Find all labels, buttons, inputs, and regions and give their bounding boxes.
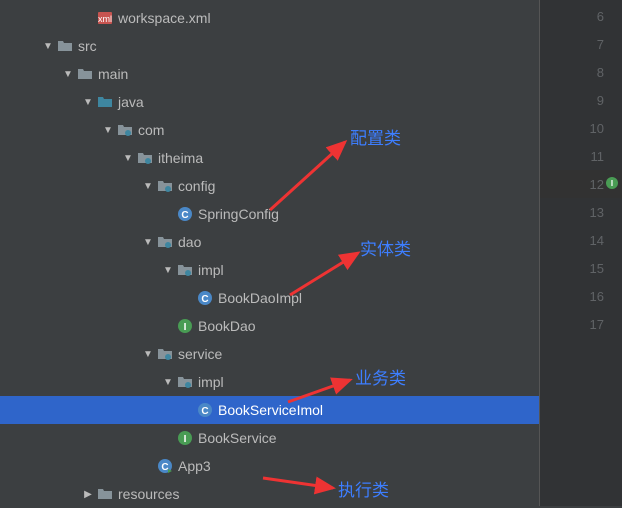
dir-icon — [56, 38, 74, 54]
tree-node-class-springconfig[interactable]: C SpringConfig — [0, 200, 539, 228]
tree-node-class-bookdaoimpl[interactable]: C BookDaoImpl — [0, 284, 539, 312]
gutter-line[interactable]: 17 — [540, 310, 622, 338]
pkg-icon — [116, 122, 134, 138]
class-run-icon: C — [156, 458, 174, 474]
tree-node-label: config — [178, 172, 215, 200]
gutter-line[interactable]: 12I↑ — [540, 170, 622, 198]
dir-icon — [76, 66, 94, 82]
editor-gutter: 6 7 8 9 10 11 12I↑ 13 14 15 16 17 — [540, 0, 622, 506]
tree-node-iface-bookdao[interactable]: I BookDao — [0, 312, 539, 340]
gutter-line[interactable]: 9 — [540, 86, 622, 114]
tree-node-label: impl — [198, 256, 224, 284]
class-icon: C — [176, 206, 194, 222]
line-number: 16 — [590, 289, 604, 304]
gutter-marker-icon[interactable]: I — [606, 177, 620, 191]
line-number: 13 — [590, 205, 604, 220]
tree-node-class-app3[interactable]: C App3 — [0, 452, 539, 480]
gutter-line[interactable]: 10 — [540, 114, 622, 142]
tree-node-label: BookService — [198, 424, 277, 452]
expand-arrow-icon[interactable] — [140, 181, 156, 192]
pkg-icon — [156, 346, 174, 362]
tree-node-class-bookserviceimol[interactable]: C BookServiceImol — [0, 396, 539, 424]
tree-node-dir-src[interactable]: src — [0, 32, 539, 60]
expand-arrow-icon[interactable] — [160, 377, 176, 388]
tree-node-label: resources — [118, 480, 179, 508]
expand-arrow-icon[interactable] — [80, 489, 96, 500]
expand-arrow-icon[interactable] — [60, 69, 76, 80]
line-number: 15 — [590, 261, 604, 276]
svg-text:C: C — [181, 210, 188, 221]
line-number: 10 — [590, 121, 604, 136]
tree-node-dir-main[interactable]: main — [0, 60, 539, 88]
tree-node-label: itheima — [158, 144, 203, 172]
svg-text:C: C — [201, 294, 208, 305]
gutter-line[interactable]: 7 — [540, 30, 622, 58]
svg-text:xml: xml — [98, 14, 112, 24]
project-tree-panel: xml workspace.xml srcmainjavacomitheimacon… — [0, 0, 540, 506]
expand-arrow-icon[interactable] — [120, 153, 136, 164]
pkg-icon — [156, 234, 174, 250]
tree-node-pkg-service[interactable]: service — [0, 340, 539, 368]
src-dir-icon — [96, 94, 114, 110]
tree-node-label: impl — [198, 368, 224, 396]
gutter-line[interactable]: 11 — [540, 142, 622, 170]
class-icon: C — [196, 402, 214, 418]
tree-node-dir-resources[interactable]: resources — [0, 480, 539, 508]
tree-node-label: BookServiceImol — [218, 396, 323, 424]
line-number: 17 — [590, 317, 604, 332]
expand-arrow-icon[interactable] — [40, 41, 56, 52]
tree-node-iface-bookservice[interactable]: I BookService — [0, 424, 539, 452]
tree-node-file-workspace-xml[interactable]: xml workspace.xml — [0, 4, 539, 32]
tree-node-pkg-config[interactable]: config — [0, 172, 539, 200]
pkg-icon — [136, 150, 154, 166]
tree-node-label: service — [178, 340, 222, 368]
line-number: 9 — [597, 93, 604, 108]
interface-icon: I — [176, 430, 194, 446]
pkg-icon — [176, 374, 194, 390]
pkg-icon — [156, 178, 174, 194]
line-number: 8 — [597, 65, 604, 80]
tree-node-label: SpringConfig — [198, 200, 279, 228]
tree-node-label: com — [138, 116, 164, 144]
tree-node-label: workspace.xml — [118, 4, 211, 32]
expand-arrow-icon[interactable] — [140, 349, 156, 360]
tree-node-label: src — [78, 32, 97, 60]
pkg-icon — [176, 262, 194, 278]
svg-text:C: C — [201, 406, 208, 417]
line-number: 7 — [597, 37, 604, 52]
svg-text:I: I — [184, 434, 187, 445]
xml-icon: xml — [96, 10, 114, 26]
tree-node-label: BookDao — [198, 312, 256, 340]
gutter-line[interactable]: 16 — [540, 282, 622, 310]
expand-arrow-icon[interactable] — [140, 237, 156, 248]
interface-icon: I — [176, 318, 194, 334]
gutter-line[interactable]: 6 — [540, 2, 622, 30]
expand-arrow-icon[interactable] — [80, 97, 96, 108]
gutter-line[interactable]: 13 — [540, 198, 622, 226]
expand-arrow-icon[interactable] — [100, 125, 116, 136]
svg-text:C: C — [161, 462, 168, 473]
tree-node-pkg-dao[interactable]: dao — [0, 228, 539, 256]
expand-arrow-icon[interactable] — [160, 265, 176, 276]
res-dir-icon — [96, 486, 114, 502]
gutter-line[interactable]: 14 — [540, 226, 622, 254]
tree-node-pkg-dao-impl[interactable]: impl — [0, 256, 539, 284]
gutter-line[interactable]: 8 — [540, 58, 622, 86]
tree-node-label: main — [98, 60, 128, 88]
line-number: 14 — [590, 233, 604, 248]
tree-node-pkg-com[interactable]: com — [0, 116, 539, 144]
tree-node-label: BookDaoImpl — [218, 284, 302, 312]
tree-node-pkg-itheima[interactable]: itheima — [0, 144, 539, 172]
svg-text:I: I — [184, 322, 187, 333]
tree-node-pkg-service-impl[interactable]: impl — [0, 368, 539, 396]
line-number: 6 — [597, 9, 604, 24]
tree-node-label: java — [118, 88, 144, 116]
tree-node-dir-java[interactable]: java — [0, 88, 539, 116]
tree-node-label: dao — [178, 228, 201, 256]
class-icon: C — [196, 290, 214, 306]
line-number: 11 — [591, 149, 605, 164]
line-number: 12 — [590, 177, 604, 192]
tree-node-label: App3 — [178, 452, 211, 480]
gutter-line[interactable]: 15 — [540, 254, 622, 282]
